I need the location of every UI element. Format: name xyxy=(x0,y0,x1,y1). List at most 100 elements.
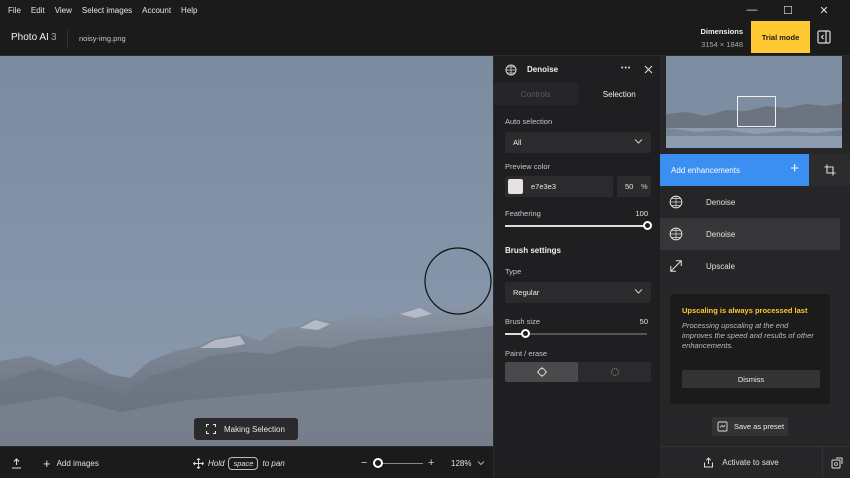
selection-frame-icon xyxy=(206,424,216,434)
add-images-button[interactable]: + Add images xyxy=(43,447,99,478)
feathering-slider[interactable] xyxy=(505,221,652,230)
paint-erase-label: Paint / erase xyxy=(505,349,548,358)
denoise-icon xyxy=(669,227,683,241)
maximize-button[interactable]: ☐ xyxy=(770,0,806,20)
panel-tabs: Controls Selection xyxy=(494,83,661,105)
image-canvas[interactable] xyxy=(0,56,493,446)
move-icon xyxy=(193,457,204,469)
menu-select-images[interactable]: Select images xyxy=(77,6,137,15)
color-hex-value: e7e3e3 xyxy=(531,182,557,191)
opacity-unit: % xyxy=(641,182,648,191)
add-enhancements-label: Add enhancements xyxy=(671,165,740,175)
preview-opacity-field[interactable]: 50 % xyxy=(617,176,651,197)
panel-toggle-icon[interactable] xyxy=(817,30,831,44)
trial-mode-button[interactable]: Trial mode xyxy=(751,21,810,53)
pan-hint: Hold space to pan xyxy=(193,447,285,478)
close-icon[interactable] xyxy=(644,65,653,74)
upscale-notice: Upscaling is always processed last Proce… xyxy=(670,294,830,404)
making-selection-label: Making Selection xyxy=(224,424,285,434)
upload-icon xyxy=(12,457,21,469)
zoom-dropdown[interactable] xyxy=(477,447,485,478)
filename: noisy-img.png xyxy=(79,34,126,43)
zoom-level[interactable]: 128% xyxy=(451,447,471,478)
enhancement-item-denoise-1[interactable]: Denoise xyxy=(660,186,840,218)
paint-mode-button[interactable] xyxy=(505,362,578,382)
notice-body: Processing upscaling at the end improves… xyxy=(682,321,814,350)
feathering-value: 100 xyxy=(635,209,648,218)
denoise-icon xyxy=(669,195,683,209)
viewport-frame[interactable] xyxy=(737,96,776,127)
add-images-label: Add images xyxy=(56,458,99,468)
bottom-toolbar: + Add images Hold space to pan − + 128% xyxy=(0,446,493,478)
brush-type-value: Regular xyxy=(513,288,540,297)
dismiss-button[interactable]: Dismiss xyxy=(682,370,820,388)
export-options-button[interactable] xyxy=(822,446,850,478)
preset-icon xyxy=(717,421,728,432)
brush-size-label: Brush size xyxy=(505,317,541,326)
enhancement-label: Denoise xyxy=(706,229,736,239)
enhancement-item-upscale[interactable]: Upscale xyxy=(660,250,840,282)
zoom-in-button[interactable]: + xyxy=(428,447,434,478)
feathering-slider-fill xyxy=(505,225,647,227)
feathering-slider-thumb[interactable] xyxy=(643,221,652,230)
zoom-out-button[interactable]: − xyxy=(361,447,367,478)
navigator-preview[interactable] xyxy=(666,56,842,148)
chevron-down-icon xyxy=(477,461,485,466)
menu-view[interactable]: View xyxy=(50,6,77,15)
brush-type-dropdown[interactable]: Regular xyxy=(505,282,651,303)
save-as-preset-button[interactable]: Save as preset xyxy=(712,417,788,436)
menu-account[interactable]: Account xyxy=(137,6,176,15)
selection-panel: Denoise ••• Controls Selection Auto sele… xyxy=(493,56,661,478)
close-window-button[interactable]: ✕ xyxy=(806,0,842,20)
activate-to-save-button[interactable]: Activate to save xyxy=(660,446,822,478)
chevron-down-icon xyxy=(634,139,643,144)
enhancements-panel: Add enhancements + Denoise Denoise Upsca… xyxy=(660,56,850,478)
app-header: Photo AI 3 noisy-img.png Dimensions 3154… xyxy=(0,20,850,56)
brush-size-slider[interactable] xyxy=(505,329,647,338)
zoom-slider-thumb[interactable] xyxy=(373,458,383,468)
erase-mode-button[interactable] xyxy=(578,362,651,382)
tab-controls[interactable]: Controls xyxy=(494,83,578,105)
chevron-down-icon xyxy=(634,289,643,294)
notice-title: Upscaling is always processed last xyxy=(682,306,808,315)
landscape-image xyxy=(0,56,493,446)
paint-brush-icon xyxy=(536,367,547,377)
denoise-icon xyxy=(505,64,517,76)
auto-selection-label: Auto selection xyxy=(505,117,553,126)
making-selection-indicator: Making Selection xyxy=(194,418,298,440)
color-swatch[interactable] xyxy=(508,179,523,194)
upscale-icon xyxy=(670,260,682,272)
menu-edit[interactable]: Edit xyxy=(26,6,50,15)
hint-hold: Hold xyxy=(208,458,225,468)
more-options-icon[interactable]: ••• xyxy=(621,65,631,72)
save-as-preset-label: Save as preset xyxy=(734,422,785,431)
tab-selection[interactable]: Selection xyxy=(577,83,661,105)
auto-selection-dropdown[interactable]: All xyxy=(505,132,651,153)
preview-color-label: Preview color xyxy=(505,162,551,171)
panel-title: Denoise xyxy=(527,65,559,74)
crop-icon xyxy=(824,164,835,176)
enhancement-label: Denoise xyxy=(706,197,736,207)
brush-settings-heading: Brush settings xyxy=(505,246,562,255)
app-version: 3 xyxy=(51,32,57,43)
menu-help[interactable]: Help xyxy=(176,6,202,15)
brush-size-value: 50 xyxy=(639,317,648,326)
enhancement-item-denoise-2[interactable]: Denoise xyxy=(660,218,840,250)
dimensions-label: Dimensions xyxy=(700,27,743,36)
space-key: space xyxy=(228,456,259,470)
opacity-value: 50 xyxy=(625,182,634,191)
type-label: Type xyxy=(505,267,522,276)
paint-erase-toggle xyxy=(505,362,651,382)
brush-size-slider-thumb[interactable] xyxy=(520,329,530,338)
hint-to-pan: to pan xyxy=(262,458,285,468)
add-enhancements-button[interactable]: Add enhancements + xyxy=(660,154,809,186)
auto-selection-value: All xyxy=(513,138,522,147)
plus-icon: + xyxy=(790,160,799,177)
header-divider xyxy=(67,29,68,47)
dimensions-value: 3154 × 1848 xyxy=(701,40,743,49)
menu-file[interactable]: File xyxy=(0,6,26,15)
upload-button[interactable] xyxy=(11,447,22,478)
crop-button[interactable] xyxy=(809,154,850,186)
preview-color-field[interactable]: e7e3e3 xyxy=(505,176,613,197)
minimize-button[interactable]: — xyxy=(734,0,770,20)
